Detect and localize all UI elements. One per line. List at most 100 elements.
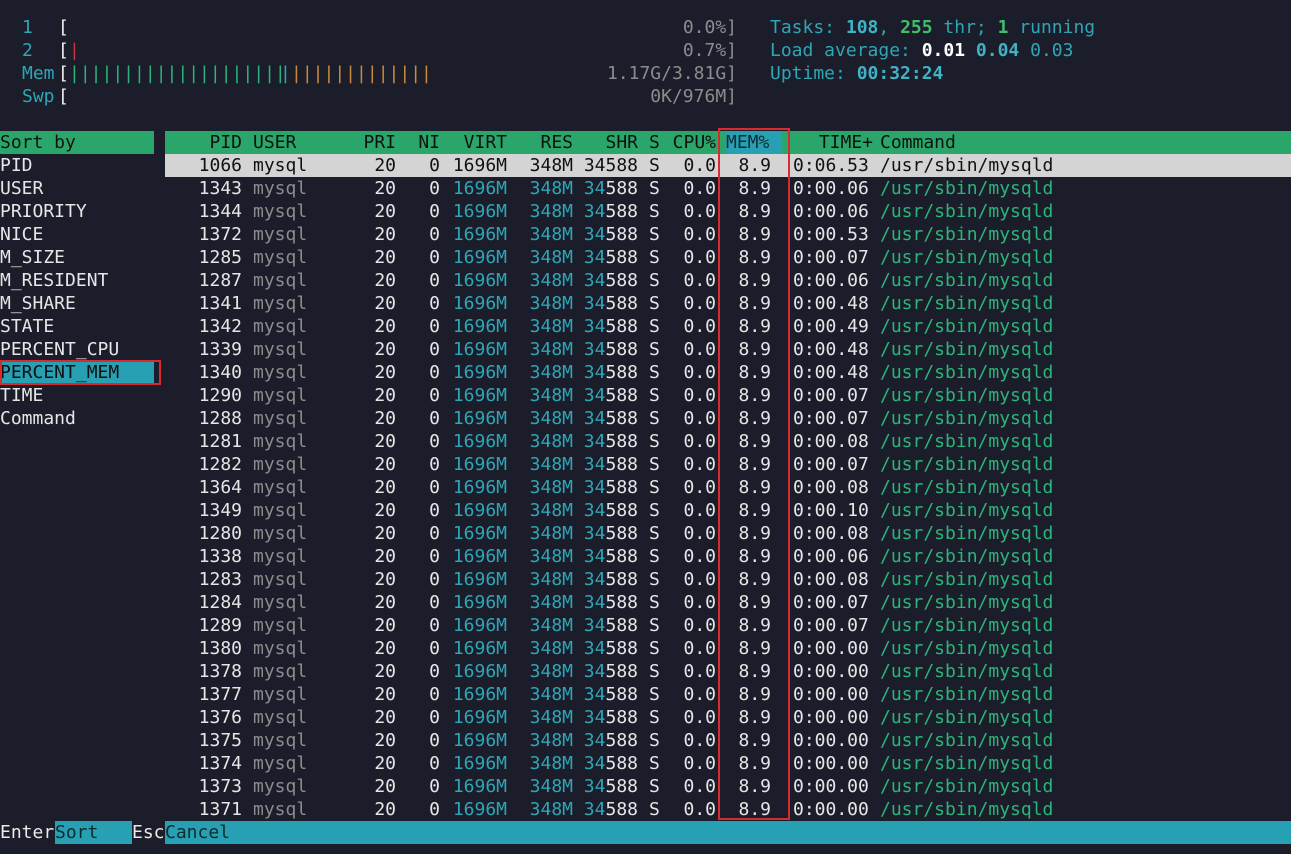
table-row[interactable]: 1344 mysql 20 0 1696M 348M 34588 S 0.0 8.9 0:00.06…: [165, 200, 1291, 223]
load-1min: 0.01: [921, 40, 966, 61]
table-row[interactable]: 1285 mysql 20 0 1696M 348M 34588 S 0.0 8.9 0:00.07…: [165, 246, 1291, 269]
cell-user: mysql: [253, 201, 308, 222]
cell-user: mysql: [253, 431, 308, 452]
sort-option-percent-cpu[interactable]: PERCENT_CPU: [0, 338, 154, 361]
table-row[interactable]: 1290 mysql 20 0 1696M 348M 34588 S 0.0 8.9 0:00.07…: [165, 384, 1291, 407]
cell-user: mysql: [253, 569, 308, 590]
table-row[interactable]: 1376 mysql 20 0 1696M 348M 34588 S 0.0 8.9 0:00.00…: [165, 706, 1291, 729]
cell-shr: 34588: [583, 500, 638, 521]
swp-bracket: [: [58, 86, 69, 107]
cell-pid: 1378: [198, 661, 242, 682]
sort-option-user[interactable]: USER: [0, 177, 154, 200]
sort-option-nice[interactable]: NICE: [0, 223, 154, 246]
table-row[interactable]: 1066 mysql 20 0 1696M 348M 34588 S 0.0 8.9 0:06.53…: [165, 154, 1291, 177]
mem-value: 1.17G/3.81G]: [606, 63, 737, 84]
cell-mem: 8.9: [738, 431, 771, 452]
cell-shr: 34588: [583, 362, 638, 383]
table-row[interactable]: 1375 mysql 20 0 1696M 348M 34588 S 0.0 8.9 0:00.00…: [165, 729, 1291, 752]
tasks-count: 108: [845, 17, 879, 38]
table-row[interactable]: 1339 mysql 20 0 1696M 348M 34588 S 0.0 8.9 0:00.48…: [165, 338, 1291, 361]
cell-time: 0:00.00: [793, 661, 869, 682]
sort-option-time[interactable]: TIME: [0, 384, 154, 407]
column-header-command[interactable]: Command: [880, 131, 956, 154]
sort-button[interactable]: Sort: [55, 821, 132, 844]
cell-user: mysql: [253, 339, 308, 360]
cell-pid: 1288: [198, 408, 242, 429]
cell-shr: 34588: [583, 155, 638, 176]
cell-user: mysql: [253, 270, 308, 291]
cell-shr: 34588: [583, 730, 638, 751]
column-header-time[interactable]: TIME+: [793, 131, 873, 154]
table-row[interactable]: 1282 mysql 20 0 1696M 348M 34588 S 0.0 8.9 0:00.07…: [165, 453, 1291, 476]
table-row[interactable]: 1287 mysql 20 0 1696M 348M 34588 S 0.0 8.9 0:00.06…: [165, 269, 1291, 292]
sort-selection-highlight: [0, 360, 161, 385]
cell-pid: 1373: [198, 776, 242, 797]
cell-command: /usr/sbin/mysqld: [880, 569, 1054, 590]
column-header-mem[interactable]: MEM%: [726, 131, 782, 154]
cell-time: 0:00.49: [793, 316, 869, 337]
cell-mem: 8.9: [738, 454, 771, 475]
cell-pid: 1289: [198, 615, 242, 636]
table-row[interactable]: 1289 mysql 20 0 1696M 348M 34588 S 0.0 8.9 0:00.07…: [165, 614, 1291, 637]
cell-pid: 1280: [198, 523, 242, 544]
cell-shr: 34588: [583, 385, 638, 406]
cell-pid: 1281: [198, 431, 242, 452]
column-header-shr[interactable]: SHR: [558, 131, 638, 154]
column-header-user[interactable]: USER: [253, 131, 296, 154]
cell-shr: 34588: [583, 408, 638, 429]
table-row[interactable]: 1371 mysql 20 0 1696M 348M 34588 S 0.0 8.9 0:00.00…: [165, 798, 1291, 821]
table-row[interactable]: 1283 mysql 20 0 1696M 348M 34588 S 0.0 8.9 0:00.08…: [165, 568, 1291, 591]
table-row[interactable]: 1343 mysql 20 0 1696M 348M 34588 S 0.0 8.9 0:00.06…: [165, 177, 1291, 200]
table-row[interactable]: 1288 mysql 20 0 1696M 348M 34588 S 0.0 8.9 0:00.07…: [165, 407, 1291, 430]
cell-time: 0:00.08: [793, 431, 869, 452]
cell-shr: 34588: [583, 293, 638, 314]
sort-option-m-size[interactable]: M_SIZE: [0, 246, 154, 269]
table-row[interactable]: 1374 mysql 20 0 1696M 348M 34588 S 0.0 8.9 0:00.00…: [165, 752, 1291, 775]
cell-command: /usr/sbin/mysqld: [880, 592, 1054, 613]
cell-mem: 8.9: [738, 592, 771, 613]
cell-shr: 34588: [583, 776, 638, 797]
table-row[interactable]: 1281 mysql 20 0 1696M 348M 34588 S 0.0 8.9 0:00.08…: [165, 430, 1291, 453]
table-row[interactable]: 1340 mysql 20 0 1696M 348M 34588 S 0.0 8.9 0:00.48…: [165, 361, 1291, 384]
sort-option-m-resident[interactable]: M_RESIDENT: [0, 269, 154, 292]
cell-time: 0:00.48: [793, 339, 869, 360]
sort-option-command[interactable]: Command: [0, 407, 154, 430]
cancel-button[interactable]: Cancel: [165, 821, 285, 844]
table-row[interactable]: 1372 mysql 20 0 1696M 348M 34588 S 0.0 8.9 0:00.53…: [165, 223, 1291, 246]
cell-mem: 8.9: [738, 316, 771, 337]
cell-shr: 34588: [583, 615, 638, 636]
cell-time: 0:00.07: [793, 247, 869, 268]
table-row[interactable]: 1280 mysql 20 0 1696M 348M 34588 S 0.0 8.9 0:00.08…: [165, 522, 1291, 545]
table-row[interactable]: 1364 mysql 20 0 1696M 348M 34588 S 0.0 8.9 0:00.08…: [165, 476, 1291, 499]
cell-time: 0:00.06: [793, 201, 869, 222]
mem-label: Mem: [22, 63, 55, 84]
swp-label: Swp: [22, 86, 55, 107]
column-header-cpu[interactable]: CPU%: [636, 131, 716, 154]
table-row[interactable]: 1338 mysql 20 0 1696M 348M 34588 S 0.0 8.9 0:00.06…: [165, 545, 1291, 568]
column-header-pid[interactable]: PID: [162, 131, 242, 154]
threads-label: thr;: [932, 17, 998, 38]
cell-shr: 34588: [583, 339, 638, 360]
cell-user: mysql: [253, 546, 308, 567]
cell-command: /usr/sbin/mysqld: [880, 454, 1054, 475]
table-row[interactable]: 1380 mysql 20 0 1696M 348M 34588 S 0.0 8.9 0:00.00…: [165, 637, 1291, 660]
table-row[interactable]: 1373 mysql 20 0 1696M 348M 34588 S 0.0 8.9 0:00.00…: [165, 775, 1291, 798]
table-row[interactable]: 1342 mysql 20 0 1696M 348M 34588 S 0.0 8.9 0:00.49…: [165, 315, 1291, 338]
cell-command: /usr/sbin/mysqld: [880, 201, 1054, 222]
cell-user: mysql: [253, 753, 308, 774]
sort-option-pid[interactable]: PID: [0, 154, 154, 177]
cell-command: /usr/sbin/mysqld: [880, 753, 1054, 774]
sort-option-m-share[interactable]: M_SHARE: [0, 292, 154, 315]
table-row[interactable]: 1377 mysql 20 0 1696M 348M 34588 S 0.0 8.9 0:00.00…: [165, 683, 1291, 706]
cell-user: mysql: [253, 362, 308, 383]
table-row[interactable]: 1341 mysql 20 0 1696M 348M 34588 S 0.0 8.9 0:00.48…: [165, 292, 1291, 315]
cell-shr: 34588: [583, 799, 638, 820]
cell-mem: 8.9: [738, 155, 771, 176]
cell-pid: 1066: [198, 155, 242, 176]
table-row[interactable]: 1378 mysql 20 0 1696M 348M 34588 S 0.0 8.9 0:00.00…: [165, 660, 1291, 683]
sort-option-priority[interactable]: PRIORITY: [0, 200, 154, 223]
cell-shr: 34588: [583, 638, 638, 659]
sort-option-state[interactable]: STATE: [0, 315, 154, 338]
table-row[interactable]: 1284 mysql 20 0 1696M 348M 34588 S 0.0 8.9 0:00.07…: [165, 591, 1291, 614]
table-row[interactable]: 1349 mysql 20 0 1696M 348M 34588 S 0.0 8.9 0:00.10…: [165, 499, 1291, 522]
